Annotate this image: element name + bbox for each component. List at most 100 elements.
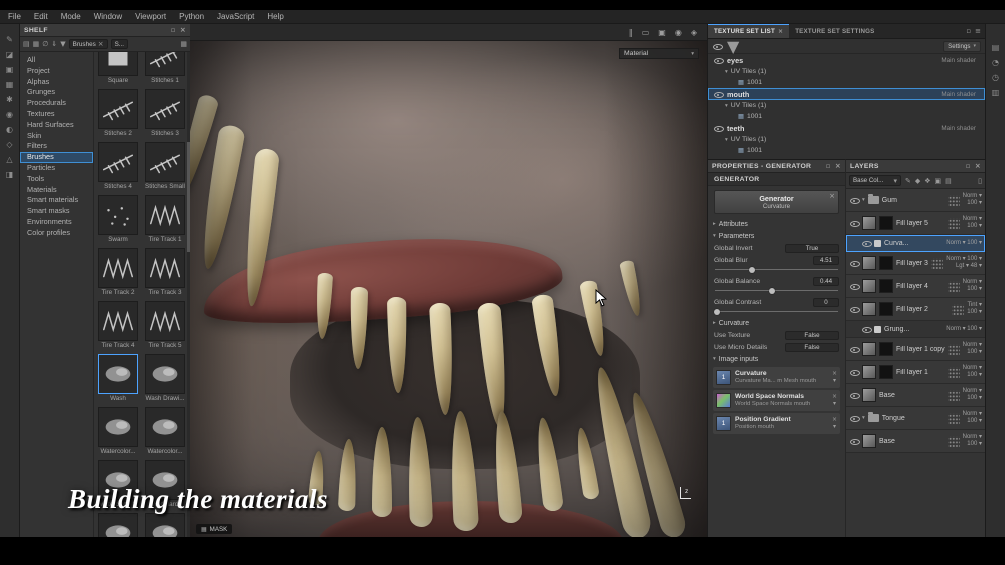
blend-mode[interactable]: Norm ▾ xyxy=(963,193,982,200)
uv-tiles-row[interactable]: ▾UV Tiles (1) xyxy=(708,134,985,145)
visibility-icon[interactable] xyxy=(849,282,859,291)
global-balance-slider[interactable] xyxy=(715,287,838,294)
uv-tile-row[interactable]: ▦1001 xyxy=(708,111,985,122)
folder-icon[interactable]: ▤ xyxy=(23,40,30,48)
history-panel-icon[interactable]: ◷ xyxy=(986,72,1005,83)
opacity-value[interactable]: 100 ▾ xyxy=(967,395,982,402)
menu-python[interactable]: Python xyxy=(179,12,204,21)
brush-item[interactable]: Wash Drawi... xyxy=(143,354,187,403)
delete-icon[interactable]: ▯ xyxy=(978,177,982,185)
tab-texture-set-list[interactable]: TEXTURE SET LIST × xyxy=(708,24,789,38)
category-materials[interactable]: Materials xyxy=(20,185,93,196)
brush-item[interactable]: Watercolor... xyxy=(96,407,140,456)
blend-mode[interactable]: Norm ▾ xyxy=(963,388,982,395)
category-all[interactable]: All xyxy=(20,55,93,66)
mask-indicator[interactable]: ▦ MASK xyxy=(196,524,232,534)
brush-icon[interactable]: ◆ xyxy=(915,177,920,185)
blend-mode[interactable]: Norm ▾ xyxy=(963,365,982,372)
attributes-group[interactable]: ▸ Attributes xyxy=(708,218,845,230)
opacity-value[interactable]: 100 ▾ xyxy=(967,309,982,316)
curvature-group[interactable]: ▸ Curvature xyxy=(708,317,845,329)
opacity-value[interactable]: 100 ▾ xyxy=(967,349,982,356)
hidden-filter-icon[interactable]: ∅ xyxy=(42,40,48,48)
viewport-3d[interactable]: Material ▾ ▦ MASK z xyxy=(190,41,707,537)
menu-mode[interactable]: Mode xyxy=(61,12,81,21)
menu-window[interactable]: Window xyxy=(94,12,122,21)
close-icon[interactable]: × xyxy=(835,162,841,170)
menu-icon[interactable]: ≡ xyxy=(975,27,981,35)
paint-brush-tool[interactable]: ✎ xyxy=(0,34,19,45)
visibility-icon[interactable] xyxy=(713,124,723,133)
opacity-value[interactable]: 100 ▾ xyxy=(967,200,982,207)
global-contrast-slider[interactable] xyxy=(715,308,838,315)
use-texture-value[interactable]: False xyxy=(785,331,839,340)
visibility-icon[interactable] xyxy=(849,345,859,354)
category-alphas[interactable]: Alphas xyxy=(20,77,93,88)
brush-item[interactable]: Wet Soft xyxy=(143,513,187,537)
close-icon[interactable]: × xyxy=(829,192,835,200)
uv-tiles-row[interactable]: ▾UV Tiles (1) xyxy=(708,100,985,111)
blend-mode[interactable]: Norm ▾ xyxy=(963,342,982,349)
global-contrast-value[interactable]: 0 xyxy=(813,298,839,307)
brush-item[interactable]: Stitches 2 xyxy=(96,89,140,138)
float-panel-icon[interactable]: ▫ xyxy=(966,27,971,35)
filter-funnel-icon[interactable]: ▼ xyxy=(727,37,739,56)
brush-item[interactable]: Tire Track 3 xyxy=(143,248,187,297)
grid-view-icon[interactable]: ▦ xyxy=(33,40,40,48)
brush-item[interactable]: Tire Track 1 xyxy=(143,195,187,244)
layer-row-tongue[interactable]: ▾TongueNorm ▾100 ▾ xyxy=(846,407,985,430)
material-mode-dropdown[interactable]: Material ▾ xyxy=(619,48,699,59)
visibility-icon[interactable] xyxy=(849,391,859,400)
layer-row-fill-layer-4[interactable]: Fill layer 4Norm ▾100 ▾ xyxy=(846,275,985,298)
category-textures[interactable]: Textures xyxy=(20,109,93,120)
image-input-card[interactable]: World Space NormalsWorld Space Normals m… xyxy=(713,390,840,411)
visibility-icon[interactable] xyxy=(713,56,723,65)
image-input-card[interactable]: 1CurvatureCurvature Ma... m Mesh mouth×▾ xyxy=(713,367,840,388)
global-blur-slider[interactable] xyxy=(715,266,838,273)
menu-edit[interactable]: Edit xyxy=(34,12,48,21)
blend-mode-secondary[interactable]: Lgt ▾ 48 ▾ xyxy=(956,263,982,270)
brush-item[interactable]: Tire Track 4 xyxy=(96,301,140,350)
menu-javascript[interactable]: JavaScript xyxy=(217,12,254,21)
thumbnail-size-icon[interactable]: ▦ xyxy=(180,40,187,48)
polygon-fill-tool[interactable]: ▦ xyxy=(0,79,19,90)
search-filter-chip-2[interactable]: S... xyxy=(111,39,128,49)
projection-tool[interactable]: ▣ xyxy=(0,64,19,75)
category-environments[interactable]: Environments xyxy=(20,217,93,228)
layer-row-grung[interactable]: Grung...Norm ▾ 100 ▾ xyxy=(846,321,985,338)
uv-tiles-row[interactable]: ▾UV Tiles (1) xyxy=(708,66,985,77)
opacity-value[interactable]: 100 ▾ xyxy=(967,441,982,448)
texture-set-eyes[interactable]: eyesMain shader xyxy=(708,54,985,66)
generator-selector[interactable]: × Generator Curvature xyxy=(714,190,839,214)
chevron-down-icon[interactable]: ▾ xyxy=(862,415,865,421)
channel-filter-dropdown[interactable]: Base Col...▾ xyxy=(849,175,901,186)
image-input-card[interactable]: 1Position GradientPosition mouth×▾ xyxy=(713,413,840,434)
opacity-value[interactable]: 100 ▾ xyxy=(967,418,982,425)
particles-tool[interactable]: ✱ xyxy=(0,94,19,105)
brush-item[interactable]: Stitches 4 xyxy=(96,142,140,191)
uv-tile-row[interactable]: ▦1001 xyxy=(708,145,985,156)
blend-mode[interactable]: Norm ▾ 100 ▾ xyxy=(946,256,982,263)
category-skin[interactable]: Skin xyxy=(20,131,93,142)
chevron-down-icon[interactable]: ▾ xyxy=(862,197,865,203)
slider-handle[interactable] xyxy=(749,267,755,273)
global-blur-value[interactable]: 4.51 xyxy=(813,256,839,265)
import-icon[interactable]: ⇓ xyxy=(51,40,57,48)
category-tools[interactable]: Tools xyxy=(20,174,93,185)
visibility-icon[interactable] xyxy=(713,90,723,99)
blend-mode[interactable]: Norm ▾ 100 ▾ xyxy=(946,326,982,333)
fx-icon[interactable]: ❖ xyxy=(924,177,930,185)
blend-mode[interactable]: Norm ▾ 100 ▾ xyxy=(946,240,982,247)
brush-item[interactable]: Wet Hard B... xyxy=(96,513,140,537)
snapshot-icon[interactable]: ◉ xyxy=(675,28,682,37)
blend-mode[interactable]: Norm ▾ xyxy=(963,434,982,441)
quick-mask-tool[interactable]: ◨ xyxy=(0,169,19,180)
opacity-value[interactable]: 100 ▾ xyxy=(967,286,982,293)
image-inputs-group[interactable]: ▾ Image inputs xyxy=(708,353,845,365)
chevron-down-icon[interactable]: ▾ xyxy=(833,378,836,384)
layer-row-fill-layer-2[interactable]: Fill layer 2Tint ▾100 ▾ xyxy=(846,298,985,321)
stack-icon[interactable]: ▣ xyxy=(658,28,666,37)
texture-set-teeth[interactable]: teethMain shader xyxy=(708,122,985,134)
brush-item[interactable]: Stitches Small xyxy=(143,142,187,191)
search-filter-chip[interactable]: Brushes× xyxy=(69,39,108,49)
